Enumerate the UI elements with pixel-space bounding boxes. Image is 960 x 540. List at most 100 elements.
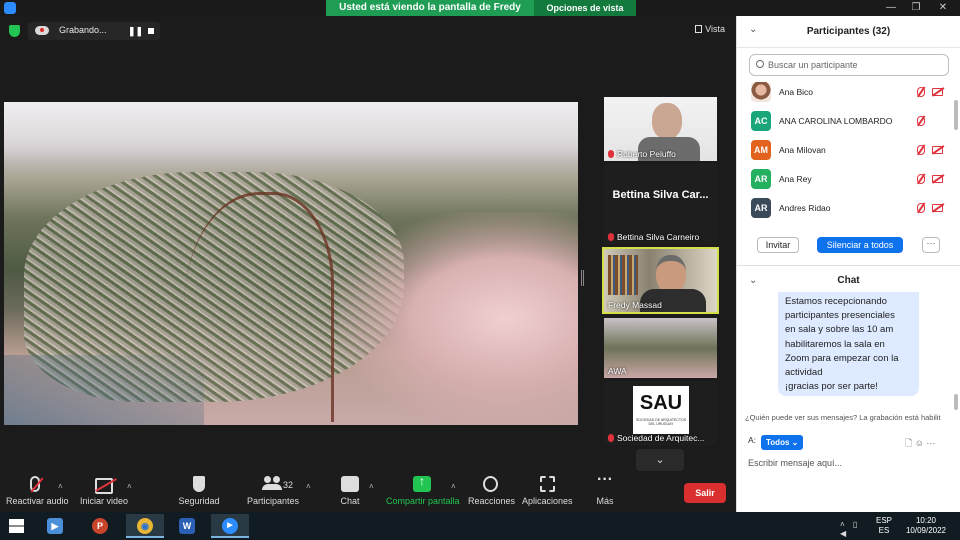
audio-options-caret[interactable]: ˄ bbox=[58, 482, 63, 491]
participant-row[interactable]: AC ANA CAROLINA LOMBARDO bbox=[737, 107, 953, 136]
tile-name: Roberto Peluffo bbox=[617, 149, 676, 159]
participants-options-caret[interactable]: ˄ bbox=[306, 482, 311, 491]
video-off-icon bbox=[932, 88, 943, 96]
mute-all-button[interactable]: Silenciar a todos bbox=[817, 237, 903, 253]
taskbar-app-zoom[interactable]: ▶ bbox=[211, 514, 249, 538]
chat-visibility-notice[interactable]: ¿Quién puede ver sus mensajes? La grabac… bbox=[745, 413, 957, 422]
participants-header: ⌄ Participantes (32) bbox=[737, 16, 960, 48]
minimize-button[interactable]: — bbox=[880, 0, 902, 16]
muted-mic-icon bbox=[608, 150, 614, 158]
share-screen-icon bbox=[413, 474, 431, 492]
share-options-caret[interactable]: ˄ bbox=[451, 482, 456, 491]
search-icon bbox=[756, 60, 764, 68]
participants-more-button[interactable]: ··· bbox=[922, 237, 940, 253]
chat-recipient-dropdown[interactable]: Todos ⌄ bbox=[761, 435, 803, 450]
share-screen-button[interactable]: Compartir pantalla bbox=[386, 474, 460, 506]
muted-mic-icon bbox=[917, 87, 925, 97]
chrome-icon: ◉ bbox=[137, 518, 153, 534]
start-video-button[interactable]: Iniciar video bbox=[80, 476, 128, 506]
video-off-icon bbox=[932, 204, 943, 212]
unmute-audio-button[interactable]: Reactivar audio bbox=[6, 476, 69, 506]
clock[interactable]: 10:20 10/09/2022 bbox=[904, 516, 948, 536]
thumbnails-scroll-down-button[interactable]: ⌄ bbox=[636, 449, 684, 471]
participant-row[interactable]: AM Ana Milovan bbox=[737, 136, 953, 165]
participants-count: 32 bbox=[283, 480, 294, 490]
input-language[interactable]: ESP ES bbox=[876, 516, 892, 536]
more-icon: ··· bbox=[597, 471, 613, 488]
windows-start-icon[interactable] bbox=[9, 519, 24, 533]
chat-tools-icons[interactable]: 🗋 ☺ ··· bbox=[905, 436, 935, 452]
tray-icons[interactable]: ˄ ▯ ◀ bbox=[840, 520, 872, 538]
encryption-shield-icon[interactable] bbox=[9, 25, 20, 37]
participant-row[interactable]: AR Andres Ridao bbox=[737, 194, 953, 223]
muted-mic-icon bbox=[917, 174, 925, 184]
participants-icon bbox=[262, 476, 284, 492]
smiley-icon bbox=[482, 476, 498, 492]
shared-screen-aerial-city-image bbox=[4, 102, 578, 425]
muted-mic-icon bbox=[30, 476, 40, 492]
recording-dot-icon bbox=[40, 28, 44, 32]
leave-button[interactable]: Salir bbox=[684, 483, 726, 503]
muted-mic-icon bbox=[608, 434, 614, 442]
reactions-button[interactable]: Reacciones bbox=[468, 476, 515, 506]
apps-button[interactable]: Aplicaciones bbox=[522, 476, 573, 506]
close-button[interactable]: ✕ bbox=[932, 0, 954, 16]
recording-indicator: Grabando... ❚❚ bbox=[28, 22, 160, 40]
zoom-window: Usted está viendo la pantalla de Fredy M… bbox=[0, 0, 960, 540]
participant-search[interactable] bbox=[749, 54, 949, 76]
chat-header: ⌄ Chat bbox=[737, 265, 960, 293]
taskbar-app-word[interactable]: W bbox=[168, 514, 206, 538]
invite-button[interactable]: Invitar bbox=[757, 237, 799, 253]
video-off-icon bbox=[932, 175, 943, 183]
zoom-icon: ▶ bbox=[222, 518, 238, 534]
chat-icon bbox=[341, 476, 359, 492]
video-tile-awa[interactable]: AWA bbox=[604, 318, 717, 378]
view-options-button[interactable]: Opciones de vista bbox=[534, 0, 636, 16]
tile-name: Sociedad de Arquitec... bbox=[617, 433, 705, 443]
title-bar: Usted está viendo la pantalla de Fredy M… bbox=[0, 0, 960, 29]
muted-mic-icon bbox=[917, 145, 925, 155]
video-tile-roberto[interactable]: Roberto Peluffo bbox=[604, 97, 717, 161]
sau-logo: SAU SOCIEDAD DE ARQUITECTOS DEL URUGUAY bbox=[633, 386, 689, 434]
participant-row[interactable]: AR Ana Rey bbox=[737, 165, 953, 194]
video-options-caret[interactable]: ˄ bbox=[127, 482, 132, 491]
chat-message-input[interactable] bbox=[748, 456, 948, 470]
participant-list: Ana Bico AC ANA CAROLINA LOMBARDO AM Ana… bbox=[737, 78, 953, 223]
participant-row[interactable]: Ana Bico bbox=[737, 78, 953, 107]
stage-splitter-handle[interactable] bbox=[581, 270, 584, 286]
video-tile-bettina[interactable]: Bettina Silva Car... Bettina Silva Carne… bbox=[604, 164, 717, 244]
stop-recording-button[interactable] bbox=[148, 28, 154, 34]
chat-recipient-label: A: bbox=[748, 435, 757, 445]
avatar: AR bbox=[751, 169, 771, 189]
chat-scrollbar[interactable] bbox=[954, 394, 958, 410]
avatar: AC bbox=[751, 111, 771, 131]
video-off-icon bbox=[95, 478, 113, 494]
video-player-icon: ▶ bbox=[47, 518, 63, 534]
maximize-button[interactable]: ❐ bbox=[905, 0, 927, 16]
pause-recording-button[interactable]: ❚❚ bbox=[128, 26, 143, 37]
meeting-stage: Grabando... ❚❚ Vista Roberto Peluffo Bet… bbox=[0, 16, 736, 472]
tile-name: Bettina Silva Carneiro bbox=[617, 232, 700, 242]
apps-icon bbox=[539, 476, 555, 492]
more-button[interactable]: ··· Más bbox=[594, 471, 616, 507]
participants-title: Participantes (32) bbox=[806, 26, 891, 37]
participant-search-input[interactable] bbox=[768, 58, 943, 72]
view-button[interactable]: Vista bbox=[695, 24, 725, 34]
tile-name: Fredy Massad bbox=[608, 300, 662, 310]
taskbar-app-powerpoint[interactable]: P bbox=[81, 514, 119, 538]
taskbar-app-video-player[interactable]: ▶ bbox=[36, 514, 74, 538]
video-tile-sau[interactable]: SAU SOCIEDAD DE ARQUITECTOS DEL URUGUAY … bbox=[604, 381, 717, 445]
security-button[interactable]: Seguridad bbox=[178, 476, 220, 506]
chat-options-caret[interactable]: ˄ bbox=[369, 482, 374, 491]
video-tile-fredy-active-speaker[interactable]: Fredy Massad bbox=[602, 247, 719, 314]
avatar: AM bbox=[751, 140, 771, 160]
chat-message: Estamos recepcionando participantes pres… bbox=[778, 292, 919, 396]
chat-button[interactable]: Chat bbox=[338, 476, 362, 506]
muted-mic-icon bbox=[608, 233, 614, 241]
avatar bbox=[751, 82, 771, 102]
video-off-icon bbox=[932, 146, 943, 154]
muted-mic-icon bbox=[917, 203, 925, 213]
participants-scrollbar[interactable] bbox=[954, 100, 958, 130]
taskbar-app-chrome[interactable]: ◉ bbox=[126, 514, 164, 538]
zoom-logo-icon bbox=[4, 2, 16, 14]
